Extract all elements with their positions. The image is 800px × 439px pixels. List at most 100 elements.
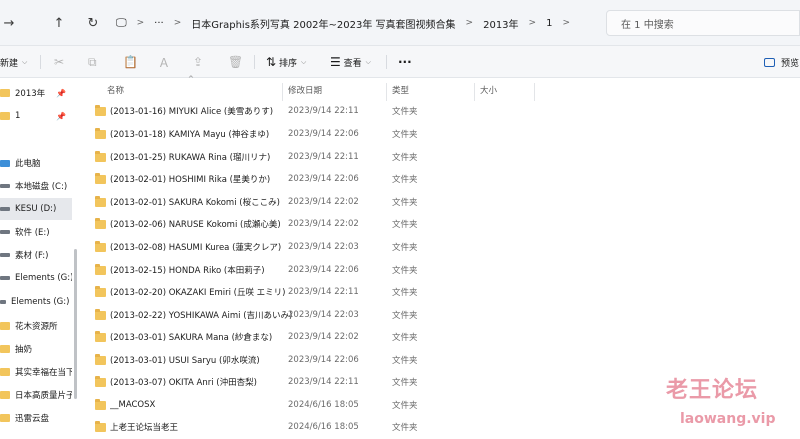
table-row[interactable]: (2013-02-01) HOSHIMI Rika (星美りか) 2023/9/1… [95, 168, 795, 190]
sort-icon: ⇅ [266, 55, 277, 69]
sidebar-item-drive-g[interactable]: Elements (G:) [0, 267, 72, 289]
breadcrumb[interactable]: 🖵 > ··· > 日本Graphis系列写真 2002年~2023年 写真套图… [116, 11, 596, 35]
column-divider[interactable] [386, 83, 387, 101]
cut-icon[interactable]: ✂ [54, 52, 64, 72]
folder-icon [0, 89, 10, 97]
folder-icon [95, 217, 106, 229]
sort-ascending-icon: ^ [188, 75, 194, 83]
preview-pane-button[interactable]: 预览 [764, 53, 799, 71]
sidebar-item-drive-g-alt[interactable]: Elements (G:) [0, 291, 72, 313]
sidebar-item-2013[interactable]: 2013年 📌 [0, 82, 72, 104]
pin-icon: 📌 [56, 111, 66, 121]
column-header-type[interactable]: 类型 [392, 84, 409, 96]
watermark-url: laowang.vip [680, 411, 776, 427]
back-icon[interactable]: → [0, 12, 20, 34]
sidebar-item-this-pc[interactable]: 此电脑 [0, 152, 72, 174]
table-row[interactable]: (2013-02-20) OKAZAKI Emiri (丘咲 エミリ) 2023/… [95, 281, 795, 303]
sidebar-item-drive-d[interactable]: KESU (D:) [0, 198, 72, 220]
monitor-icon[interactable]: 🖵 [116, 16, 127, 30]
drive-icon [0, 253, 10, 257]
new-button[interactable]: 新建 ⌵ [0, 52, 27, 72]
command-bar: 新建 ⌵ ✂ ⧉ 📋 Ａ ⇪ 🗑 ⇅ 排序 ⌵ ☰ 查看 ⌵ ··· [0, 46, 800, 78]
table-row[interactable]: (2013-02-22) YOSHIKAWA Aimi (吉川あいみ) 2023/… [95, 304, 795, 326]
chevron-right-icon: > [528, 18, 537, 28]
folder-icon [95, 150, 106, 162]
chevron-right-icon: > [173, 18, 182, 28]
view-icon: ☰ [330, 55, 341, 69]
table-row[interactable]: (2013-02-06) NARUSE Kokomi (成瀬心美) 2023/9/… [95, 213, 795, 235]
sidebar-item-folder[interactable]: 花木资源所 [0, 315, 72, 337]
refresh-icon[interactable]: ↻ [82, 12, 104, 34]
table-row[interactable]: (2013-02-01) SAKURA Kokomi (桜ここみ) 2023/9/… [95, 191, 795, 213]
chevron-right-icon: > [136, 18, 145, 28]
folder-icon [95, 398, 106, 410]
folder-icon [95, 263, 106, 275]
chevron-down-icon: ⌵ [22, 57, 28, 66]
folder-icon [95, 375, 106, 387]
sidebar-item-folder[interactable]: 日本高质量片子 [0, 384, 72, 406]
share-icon[interactable]: ⇪ [193, 52, 203, 72]
delete-icon[interactable]: 🗑 [228, 52, 243, 72]
view-button[interactable]: ☰ 查看 ⌵ [330, 52, 371, 72]
sidebar-item-drive-c[interactable]: 本地磁盘 (C:) [0, 175, 72, 197]
folder-icon [95, 172, 106, 184]
column-header-date[interactable]: 修改日期 [288, 84, 322, 96]
drive-icon [0, 207, 10, 211]
column-header-size[interactable]: 大小 [480, 84, 497, 96]
folder-icon [95, 285, 106, 297]
column-divider[interactable] [534, 83, 535, 101]
folder-icon [0, 112, 10, 120]
folder-icon [0, 322, 10, 330]
divider [254, 55, 255, 69]
navigation-pane: 2013年 📌 1 📌 此电脑 本地磁盘 (C:) KESU (D:) 软件 (… [0, 79, 80, 439]
folder-icon [0, 345, 10, 353]
copy-icon[interactable]: ⧉ [88, 52, 97, 72]
computer-icon [0, 159, 10, 167]
up-icon[interactable]: ↑ [48, 12, 70, 34]
pin-icon: 📌 [56, 88, 66, 98]
breadcrumb-item[interactable]: 2013年 [483, 16, 518, 31]
divider [386, 55, 387, 69]
drive-icon [0, 184, 10, 188]
column-header-name[interactable]: 名称 [107, 84, 124, 96]
folder-icon [95, 240, 106, 252]
sort-button[interactable]: ⇅ 排序 ⌵ [266, 52, 306, 72]
sidebar-item-drive-e[interactable]: 软件 (E:) [0, 221, 72, 243]
folder-icon [95, 330, 106, 342]
search-input[interactable]: 在 1 中搜索 [606, 10, 800, 36]
folder-icon [95, 127, 106, 139]
paste-icon[interactable]: 📋 [123, 52, 138, 72]
folder-icon [95, 353, 106, 365]
column-divider[interactable] [474, 83, 475, 101]
drive-icon [0, 230, 10, 234]
table-row[interactable]: (2013-01-25) RUKAWA Rina (瑠川リナ) 2023/9/14… [95, 146, 795, 168]
table-row[interactable]: (2013-01-18) KAMIYA Mayu (神谷まゆ) 2023/9/14… [95, 123, 795, 145]
sidebar-item-1[interactable]: 1 📌 [0, 105, 72, 127]
folder-icon [95, 420, 106, 432]
folder-icon [0, 368, 10, 376]
sidebar-item-folder[interactable]: 迅雷云盘 [0, 407, 72, 429]
preview-icon [764, 57, 775, 67]
breadcrumb-item[interactable]: 1 [546, 18, 552, 29]
column-divider[interactable] [282, 83, 283, 101]
table-row[interactable]: (2013-03-01) SAKURA Mana (紗倉まな) 2023/9/14… [95, 326, 795, 348]
sidebar-item-drive-f[interactable]: 素材 (F:) [0, 244, 72, 266]
more-crumbs-icon[interactable]: ··· [154, 18, 164, 29]
more-options-button[interactable]: ··· [398, 52, 412, 72]
sidebar-item-folder[interactable]: 其实幸福在当下 [0, 361, 72, 383]
table-row[interactable]: (2013-02-08) HASUMI Kurea (蓮実クレア) 2023/9/… [95, 236, 795, 258]
chevron-right-icon[interactable]: > [562, 18, 570, 28]
table-row[interactable]: (2013-02-15) HONDA Riko (本田莉子) 2023/9/14 … [95, 259, 795, 281]
breadcrumb-item[interactable]: 日本Graphis系列写真 2002年~2023年 写真套图视频合集 [191, 16, 455, 31]
sidebar-item-folder[interactable]: 抽奶 [0, 338, 72, 360]
table-row[interactable]: (2013-01-16) MIYUKI Alice (美雪ありす) 2023/9/… [95, 100, 795, 122]
sidebar-scrollbar[interactable] [74, 249, 77, 399]
watermark-text: 老王论坛 [666, 378, 759, 403]
drive-icon [0, 276, 10, 280]
folder-icon [95, 104, 106, 116]
folder-icon [95, 308, 106, 320]
rename-icon[interactable]: Ａ [158, 52, 170, 72]
folder-icon [95, 195, 106, 207]
table-row[interactable]: (2013-03-01) USUI Saryu (卯水咲流) 2023/9/14 … [95, 349, 795, 371]
address-bar: → ↑ ↻ 🖵 > ··· > 日本Graphis系列写真 2002年~2023… [0, 0, 800, 46]
